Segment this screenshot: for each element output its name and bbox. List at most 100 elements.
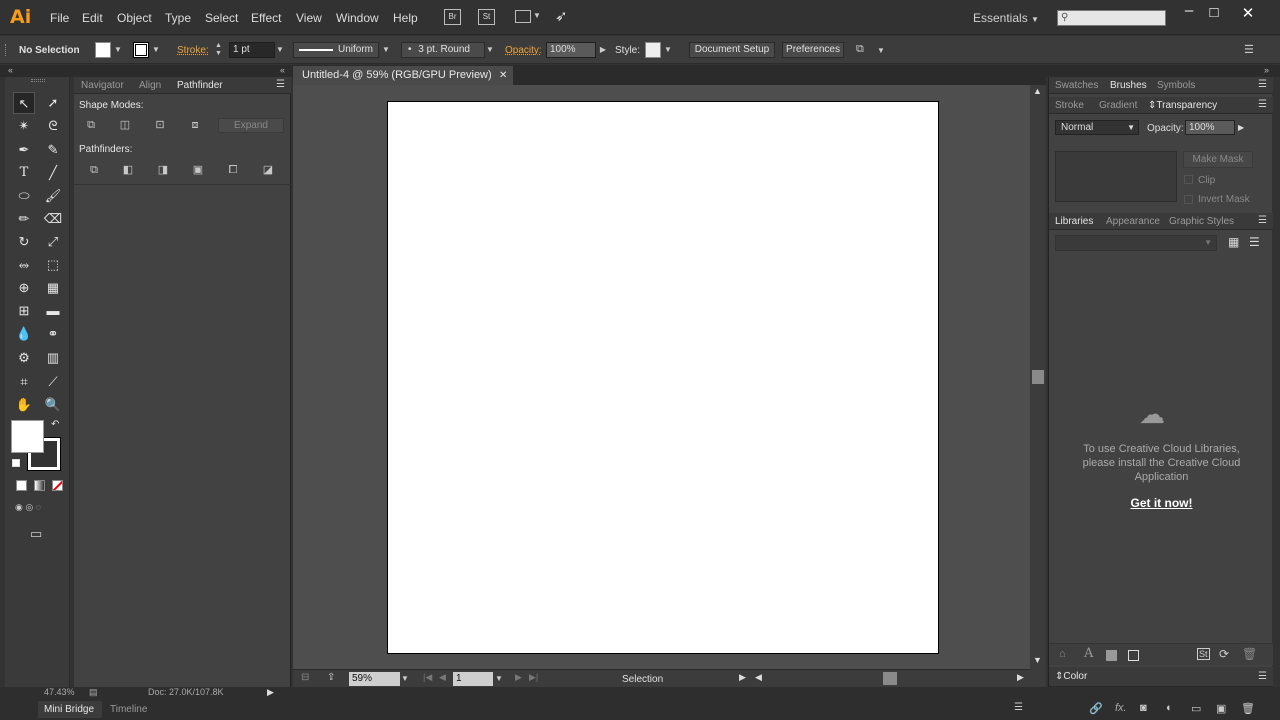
width-tool-icon[interactable]: ⥈ — [13, 254, 35, 276]
panel-menu-icon[interactable]: ☰ — [1258, 79, 1267, 90]
color-swatch-icon[interactable] — [1106, 650, 1117, 661]
slice-tool-icon[interactable]: ⟋ — [42, 371, 64, 393]
opacity-field[interactable]: 100% — [546, 42, 596, 58]
symbol-sprayer-tool-icon[interactable]: ⚙ — [13, 347, 35, 369]
info-menu-icon[interactable]: ▶ — [267, 687, 274, 698]
scale-tool-icon[interactable]: ⤢ — [42, 231, 64, 253]
tab-pathfinder[interactable]: Pathfinder — [177, 80, 223, 91]
gradient-mode-icon[interactable] — [34, 480, 45, 491]
pencil-tool-icon[interactable]: ✏ — [13, 208, 35, 230]
folder-icon[interactable]: ▭ — [1191, 702, 1201, 715]
zoom-dropdown-icon[interactable]: ▼ — [401, 674, 409, 683]
free-transform-tool-icon[interactable]: ⬚ — [42, 254, 64, 276]
list-view-icon[interactable]: ☰ — [1249, 235, 1260, 249]
shape-builder-tool-icon[interactable]: ⊕ — [13, 277, 35, 299]
exclude-icon[interactable]: ⧈ — [188, 118, 202, 132]
menu-object[interactable]: Object — [117, 11, 152, 25]
last-artboard-icon[interactable]: ▶| — [529, 672, 538, 683]
stroke-label[interactable]: Stroke: — [177, 45, 209, 56]
arrange-documents-icon[interactable] — [515, 10, 531, 23]
tab-stroke[interactable]: Stroke — [1055, 100, 1084, 111]
tab-navigator[interactable]: Navigator — [81, 80, 124, 91]
add-content-icon[interactable]: ⌂ — [1059, 648, 1066, 660]
library-select[interactable]: ▼ — [1055, 235, 1217, 251]
graphic-style-swatch[interactable] — [645, 42, 661, 58]
vertical-scroll-thumb[interactable] — [1032, 370, 1044, 384]
zoom-tool-icon[interactable]: 🔍 — [42, 394, 64, 416]
none-mode-icon[interactable] — [52, 480, 63, 491]
stock-icon[interactable]: St — [478, 9, 495, 25]
gradient-tool-icon[interactable]: ▬ — [42, 300, 64, 322]
fill-dropdown-icon[interactable]: ▼ — [112, 42, 124, 58]
opacity-slider-icon[interactable]: ▶ — [1238, 120, 1249, 135]
menu-edit[interactable]: Edit — [82, 11, 103, 25]
first-artboard-icon[interactable]: |◀ — [423, 672, 432, 683]
bridge-icon[interactable]: Br — [444, 9, 461, 25]
crop-icon[interactable]: ▣ — [191, 163, 205, 177]
menu-view[interactable]: View — [296, 11, 322, 25]
magic-wand-tool-icon[interactable]: ✴ — [13, 115, 35, 137]
trash-icon[interactable]: 🗑 — [1242, 647, 1257, 661]
blend-tool-icon[interactable]: ⚭ — [42, 323, 64, 345]
tab-swatches[interactable]: Swatches — [1055, 80, 1098, 91]
link-icon[interactable]: 🔗 — [1089, 702, 1103, 715]
stroke-stepper[interactable]: ▲ ▼ — [215, 42, 222, 58]
direct-selection-tool-icon[interactable]: ➚ — [42, 92, 64, 114]
style-dropdown-icon[interactable]: ▼ — [662, 42, 674, 58]
brush-definition[interactable]: • 3 pt. Round — [401, 42, 485, 58]
close-tab-icon[interactable]: ✕ — [499, 66, 507, 85]
paintbrush-tool-icon[interactable]: 🖌 — [42, 185, 64, 207]
adjustment-icon[interactable]: ◐ — [1166, 702, 1173, 714]
stroke-swatch[interactable] — [133, 42, 149, 58]
stock-search-icon[interactable]: St — [1197, 648, 1210, 660]
horizontal-scroll-thumb[interactable] — [883, 672, 897, 685]
panel-menu-icon[interactable]: ☰ — [1258, 99, 1267, 110]
tab-brushes[interactable]: Brushes — [1110, 80, 1147, 91]
unite-icon[interactable]: ⧉ — [84, 118, 98, 132]
menu-type[interactable]: Type — [165, 11, 191, 25]
artboard-number-field[interactable]: 1 — [453, 672, 493, 686]
ellipse-tool-icon[interactable]: ⬭ — [13, 185, 35, 207]
toolbox-grip[interactable] — [31, 79, 45, 82]
minus-back-icon[interactable]: ◪ — [261, 163, 275, 177]
tab-color[interactable]: ⇕Color — [1055, 671, 1087, 682]
fx-icon[interactable]: fx. — [1115, 702, 1127, 714]
variable-width-profile[interactable]: Uniform — [293, 42, 379, 58]
menu-file[interactable]: File — [50, 11, 69, 25]
mask-icon[interactable]: ◙ — [1140, 702, 1147, 714]
screen-mode-icon[interactable]: ▭ — [30, 526, 42, 542]
delete-icon[interactable]: 🗑 — [1241, 702, 1255, 715]
stroke-dropdown-icon[interactable]: ▼ — [150, 42, 162, 58]
minus-front-icon[interactable]: ◫ — [118, 118, 132, 132]
next-artboard-icon[interactable]: ▶ — [515, 672, 522, 683]
rotate-tool-icon[interactable]: ↻ — [13, 231, 35, 253]
grip-handle[interactable] — [5, 44, 8, 56]
draw-mode-icons[interactable]: ◉ ◎ ◌ — [15, 502, 63, 516]
swap-colors-icon[interactable]: ↶ — [51, 419, 59, 430]
perspective-grid-tool-icon[interactable]: ▦ — [42, 277, 64, 299]
tab-mini-bridge[interactable]: Mini Bridge — [44, 704, 94, 715]
invert-mask-checkbox[interactable] — [1184, 195, 1193, 204]
fill-color-box[interactable] — [11, 420, 44, 453]
tab-transparency[interactable]: ⇕Transparency — [1148, 100, 1217, 111]
scroll-down-icon[interactable]: ▼ — [1033, 655, 1042, 665]
get-it-now-link[interactable]: Get it now! — [1109, 496, 1214, 510]
clip-checkbox[interactable] — [1184, 175, 1193, 184]
workspace-switcher[interactable]: Essentials ▼ — [973, 11, 1039, 25]
gpu-icon[interactable]: ⊟ — [301, 672, 309, 683]
panel-menu-icon[interactable]: ☰ — [1258, 215, 1267, 226]
new-layer-icon[interactable]: ▣ — [1216, 702, 1226, 715]
share-icon[interactable]: ⇪ — [327, 672, 335, 683]
zoom-field[interactable]: 59% — [349, 672, 400, 686]
tab-timeline[interactable]: Timeline — [110, 704, 147, 715]
arrange-icon[interactable]: ⧉ — [856, 43, 864, 56]
type-tool-icon[interactable]: T — [13, 162, 35, 184]
intersect-icon[interactable]: ⊡ — [153, 118, 167, 132]
scroll-right-icon[interactable]: ▶ — [1017, 672, 1024, 683]
graphic-icon[interactable] — [1128, 650, 1139, 661]
document-tab[interactable]: Untitled-4 @ 59% (RGB/GPU Preview) ✕ — [293, 66, 513, 85]
line-segment-tool-icon[interactable]: ╱ — [42, 162, 64, 184]
preferences-button[interactable]: Preferences — [782, 42, 844, 58]
scroll-left-icon[interactable]: ◀ — [755, 672, 762, 683]
curvature-tool-icon[interactable]: ✎ — [42, 139, 64, 161]
